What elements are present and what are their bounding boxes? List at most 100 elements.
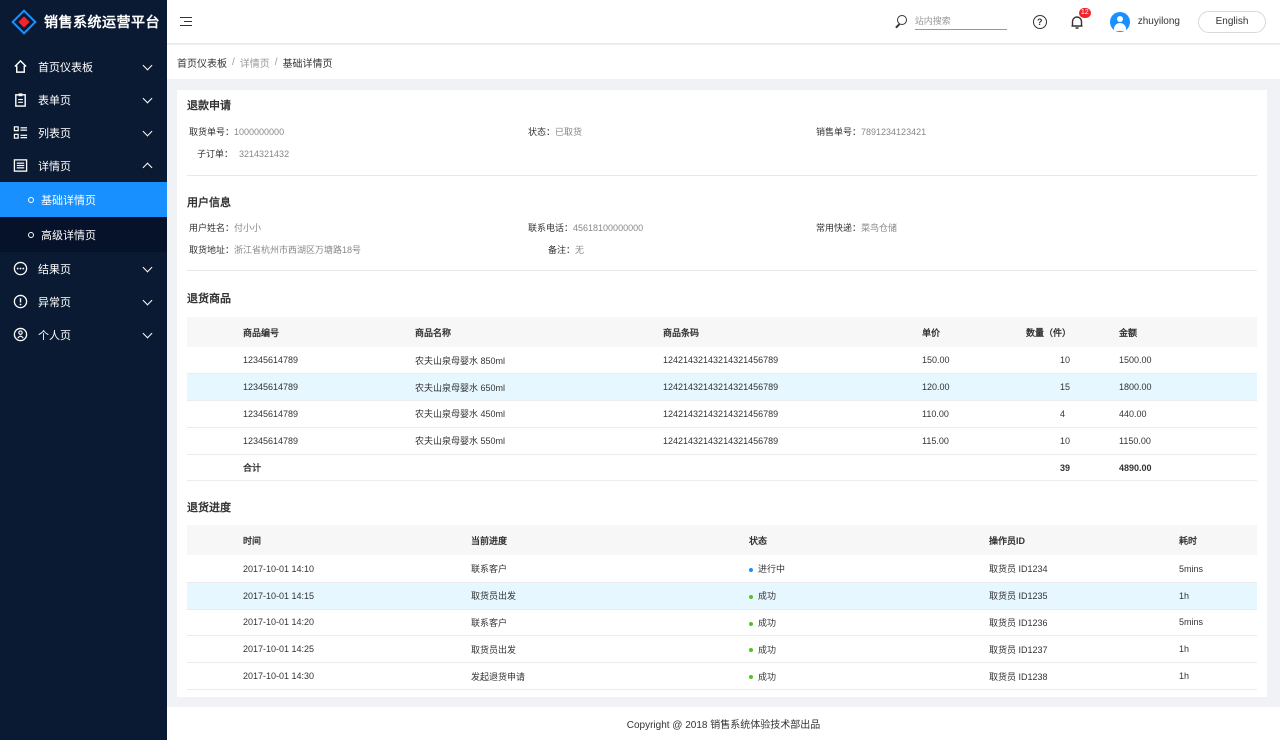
list-grid-icon xyxy=(12,125,28,141)
sidebar-subitem-basic-detail[interactable]: 基础详情页 xyxy=(0,182,167,217)
refund-section-title: 退款申请 xyxy=(187,100,231,112)
notification-bell[interactable]: 12 xyxy=(1069,7,1091,30)
breadcrumb-item-current: 基础详情页 xyxy=(282,58,333,70)
goods-section-title: 退货商品 xyxy=(187,293,231,305)
table-cell: 1800.00 xyxy=(1119,373,1257,402)
sidebar-menu: 首页仪表板 表单页 列表页 详情页 基础详情页 高级详情页 结果页 异常页 个人… xyxy=(0,50,167,351)
field-label: 销售单号： xyxy=(816,127,862,137)
sidebar-item-detail[interactable]: 详情页 xyxy=(0,149,167,182)
column-header: 商品名称 xyxy=(415,317,663,347)
sidebar-item-result[interactable]: 结果页 xyxy=(0,252,167,285)
table-cell: 联系客户 xyxy=(471,609,749,637)
status-dot-icon xyxy=(749,594,753,599)
table-row[interactable]: 2017-10-01 14:30 发起退货申请 成功 取货员 ID1238 1h xyxy=(187,662,1257,690)
total-quantity: 39 xyxy=(1026,454,1119,482)
status-dot-icon xyxy=(749,675,753,680)
table-cell: 2017-10-01 14:20 xyxy=(243,609,471,637)
status-text: 成功 xyxy=(758,671,777,682)
breadcrumb-item-detail[interactable]: 详情页 xyxy=(240,55,270,70)
status-cell: 成功 xyxy=(749,609,989,637)
sidebar: 销售系统运营平台 首页仪表板 表单页 列表页 详情页 基础详情页 高级详情页 结… xyxy=(0,0,167,740)
table-row[interactable]: 2017-10-01 14:15 取货员出发 成功 取货员 ID1235 1h xyxy=(187,582,1257,610)
table-cell: 5mins xyxy=(1179,555,1257,583)
table-cell: 农夫山泉母婴水 450ml xyxy=(415,400,663,428)
field-label: 取货单号： xyxy=(189,127,235,137)
chevron-down-icon xyxy=(142,60,153,70)
field-label: 子订单： xyxy=(197,149,234,159)
footer: Copyright @ 2018 销售系统体验技术部出品 xyxy=(167,707,1280,740)
table-cell: 取货员 ID1238 xyxy=(989,662,1179,690)
table-cell: 10 xyxy=(1026,427,1119,455)
table-row[interactable]: 12345614789 农夫山泉母婴水 450ml 12421432143214… xyxy=(187,400,1257,428)
table-cell: 10 xyxy=(1026,347,1119,375)
status-dot-icon xyxy=(749,621,753,626)
refund-row-1: 取货单号：1000000000 状态：已取货 销售单号：789123412342… xyxy=(187,125,1257,137)
breadcrumb-item-dashboard[interactable]: 首页仪表板 xyxy=(177,55,227,70)
table-row[interactable]: 12345614789 农夫山泉母婴水 850ml 12421432143214… xyxy=(187,347,1257,375)
table-cell: 1h xyxy=(1179,582,1257,610)
sidebar-subitem-advanced-detail[interactable]: 高级详情页 xyxy=(0,217,167,252)
header-search xyxy=(894,13,1007,30)
table-row[interactable]: 12345614789 农夫山泉母婴水 650ml 12421432143214… xyxy=(187,373,1257,402)
sidebar-item-list[interactable]: 列表页 xyxy=(0,116,167,149)
column-header: 操作员ID xyxy=(989,525,1179,556)
sidebar-item-dashboard[interactable]: 首页仪表板 xyxy=(0,50,167,83)
user-info-section-title: 用户信息 xyxy=(187,197,231,209)
breadcrumb-separator: / xyxy=(274,56,278,68)
sidebar-item-label: 详情页 xyxy=(38,160,71,173)
user-info-row-1: 用户姓名：付小小 联系电话：45618100000000 常用快递：菜鸟仓储 xyxy=(187,221,1257,233)
table-cell: 取货员 ID1236 xyxy=(989,609,1179,637)
sidebar-item-form[interactable]: 表单页 xyxy=(0,83,167,116)
chevron-down-icon xyxy=(142,295,153,305)
field-label: 联系电话： xyxy=(528,223,574,233)
brand[interactable]: 销售系统运营平台 xyxy=(0,0,167,44)
column-header: 商品条码 xyxy=(663,317,922,347)
search-icon[interactable] xyxy=(894,15,908,29)
table-row[interactable]: 2017-10-01 14:20 联系客户 成功 取货员 ID1236 5min… xyxy=(187,609,1257,637)
chevron-up-icon xyxy=(142,162,153,172)
column-header: 金额 xyxy=(1119,317,1257,347)
username: zhuyilong xyxy=(1137,16,1180,27)
table-cell: 12421432143214321456789 xyxy=(663,400,922,428)
app-title: 销售系统运营平台 xyxy=(44,14,160,30)
column-header: 商品编号 xyxy=(243,317,415,347)
goods-table: 商品编号 商品名称 商品条码 单价 数量（件） 金额 12345614789 农… xyxy=(187,317,1257,482)
table-cell: 农夫山泉母婴水 550ml xyxy=(415,427,663,455)
search-input[interactable] xyxy=(914,13,1007,30)
avatar xyxy=(1109,11,1130,32)
circle-icon xyxy=(28,231,34,238)
chevron-down-icon xyxy=(142,93,153,103)
detail-list-icon xyxy=(12,158,28,174)
column-header: 耗时 xyxy=(1179,525,1257,556)
table-cell: 12345614789 xyxy=(243,373,415,402)
breadcrumb-separator: / xyxy=(232,56,235,68)
user-menu[interactable]: zhuyilong xyxy=(1109,11,1180,32)
table-cell: 115.00 xyxy=(922,427,1026,455)
language-button[interactable]: English xyxy=(1198,10,1266,33)
table-cell: 1500.00 xyxy=(1119,347,1257,375)
field-value: 3214321432 xyxy=(239,149,290,159)
table-row[interactable]: 2017-10-01 14:25 取货员出发 成功 取货员 ID1237 1h xyxy=(187,635,1257,664)
table-row[interactable]: 2017-10-01 14:10 联系客户 进行中 取货员 ID1234 5mi… xyxy=(187,555,1257,583)
sidebar-item-exception[interactable]: 异常页 xyxy=(0,285,167,318)
table-cell: 取货员 ID1237 xyxy=(989,635,1179,664)
refund-row-2: 子订单： 3214321432 xyxy=(187,147,1257,159)
more-circle-icon xyxy=(12,261,28,277)
table-cell: 2017-10-01 14:25 xyxy=(243,635,471,664)
chevron-down-icon xyxy=(142,126,153,136)
menu-fold-icon[interactable] xyxy=(180,15,194,29)
warning-circle-icon xyxy=(12,294,28,310)
total-label: 合计 xyxy=(243,454,415,482)
chevron-down-icon xyxy=(142,328,153,338)
table-cell: 2017-10-01 14:30 xyxy=(243,662,471,690)
column-header: 状态 xyxy=(749,525,989,556)
sidebar-item-personal[interactable]: 个人页 xyxy=(0,318,167,351)
table-row[interactable]: 12345614789 农夫山泉母婴水 550ml 12421432143214… xyxy=(187,427,1257,455)
table-cell: 150.00 xyxy=(922,347,1026,375)
field-label: 取货地址： xyxy=(189,245,235,255)
field-value: 45618100000000 xyxy=(573,223,644,233)
divider xyxy=(187,270,1257,271)
status-text: 成功 xyxy=(758,617,777,628)
table-cell: 12421432143214321456789 xyxy=(663,373,922,402)
help-icon[interactable]: ? xyxy=(1032,14,1047,29)
